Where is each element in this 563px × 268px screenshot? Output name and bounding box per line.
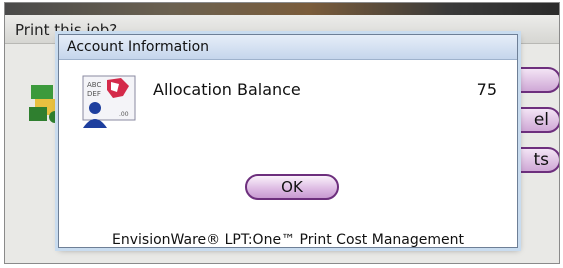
svg-text:DEF: DEF xyxy=(87,90,101,98)
allocation-balance-value: 75 xyxy=(476,80,497,99)
ok-button[interactable]: OK xyxy=(245,174,339,200)
product-footer-text: EnvisionWare® LPT:One™ Print Cost Manage… xyxy=(112,232,464,248)
account-card-icon: ABC DEF .00 xyxy=(82,75,136,128)
account-information-dialog: Account Information ABC DEF .00 Allocati… xyxy=(58,34,518,248)
window-top-strip xyxy=(5,3,559,15)
allocation-balance-label: Allocation Balance xyxy=(153,80,301,99)
svg-text:ABC: ABC xyxy=(87,81,101,89)
dialog-title: Account Information xyxy=(67,39,210,55)
dialog-body: ABC DEF .00 Allocation Balance 75 OK Env… xyxy=(61,60,515,248)
dialog-titlebar: Account Information xyxy=(59,35,517,60)
svg-text:.00: .00 xyxy=(119,111,129,118)
